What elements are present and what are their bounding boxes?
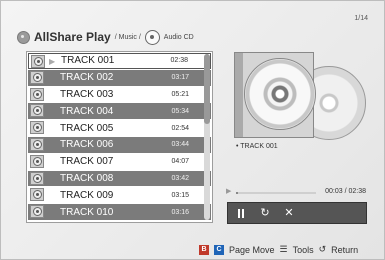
footer-bar: B C Page Move ☰ Tools ↺ Return [199,244,358,255]
b-key-icon: B [199,244,209,255]
return-icon: ↺ [318,244,327,254]
track-title: TRACK 004 [60,105,114,117]
track-list: ▶ TRACK 001 02:38 TRACK 002 03:17 TRACK … [26,51,213,223]
track-duration: 02:38 [170,57,188,65]
pause-icon [238,208,244,218]
tools-icon: ☰ [279,244,288,254]
repeat-icon: ↻ [260,206,270,219]
cd-track-icon [30,205,44,219]
track-row[interactable]: TRACK 005 02:54 [28,120,211,136]
progress-bar[interactable] [236,192,316,194]
track-title: TRACK 008 [60,172,114,184]
track-duration: 03:44 [171,141,189,149]
cd-icon [144,29,160,45]
track-row[interactable]: TRACK 006 03:44 [28,136,211,153]
cd-track-icon [30,188,44,202]
c-key-icon: C [214,244,224,255]
now-playing-title-text: TRACK 001 [240,143,278,150]
track-row[interactable]: TRACK 008 03:42 [28,170,211,187]
return-label: Return [331,244,359,255]
cd-track-icon [30,137,44,151]
track-title: TRACK 006 [60,139,114,151]
track-duration: 05:21 [171,90,189,98]
pause-button[interactable] [234,206,248,220]
cd-track-icon [30,70,44,84]
cd-track-icon [30,87,44,101]
track-duration: 03:15 [171,191,189,199]
play-indicator-icon: ▶ [49,57,56,66]
track-row[interactable]: TRACK 004 05:34 [28,103,211,120]
track-row[interactable]: TRACK 010 03:16 [28,204,211,220]
app-title: AllShare Play [34,30,111,44]
cd-track-icon [30,104,44,118]
cd-disc-front-icon [244,58,316,130]
scroll-thumb[interactable] [204,54,210,124]
track-title: TRACK 007 [60,156,114,168]
shuffle-icon: ✕ [284,206,294,219]
track-row[interactable]: TRACK 007 04:07 [28,153,211,170]
header: AllShare Play / Music / Audio CD [17,27,194,47]
allshare-screen: 1/14 AllShare Play / Music / Audio CD ▶ … [0,0,385,260]
playback-time: 00:03 / 02:38 [325,188,366,195]
progress-row: ▶ 00:03 / 02:38 [226,187,368,199]
track-row[interactable]: TRACK 009 03:15 [28,187,211,204]
breadcrumb-audio-cd: Audio CD [163,33,194,41]
track-row[interactable]: ▶ TRACK 001 02:38 [28,53,211,69]
allshare-icon [17,30,30,44]
track-title: TRACK 003 [60,88,114,100]
shuffle-button[interactable]: ✕ [282,206,296,220]
track-title: TRACK 010 [60,206,114,218]
track-duration: 02:54 [171,124,189,132]
track-title: TRACK 002 [60,72,114,84]
track-title: TRACK 001 [61,55,115,67]
breadcrumb-music: / Music / [114,33,141,41]
cd-track-icon [30,154,44,168]
track-duration: 04:07 [171,158,189,166]
progress-fill [236,192,238,194]
page-move-label: Page Move [229,244,275,255]
tools-label: Tools [292,244,314,255]
cd-track-icon [30,171,44,185]
track-row[interactable]: TRACK 002 03:17 [28,69,211,86]
now-playing-title: • TRACK 001 [236,143,278,150]
scrollbar[interactable] [204,54,210,220]
progress-knob-icon: ▶ [226,188,232,195]
repeat-button[interactable]: ↻ [258,206,272,220]
track-duration: 03:42 [171,174,189,182]
track-duration: 05:34 [171,107,189,115]
playback-controls: ↻ ✕ [227,202,367,224]
track-title: TRACK 009 [60,189,114,201]
page-count: 1/14 [354,15,368,22]
track-duration: 03:17 [171,74,189,82]
track-duration: 03:16 [171,208,189,216]
cd-track-icon [30,121,44,135]
track-title: TRACK 005 [60,122,114,134]
album-art [234,52,366,140]
cd-track-icon [31,55,45,68]
track-row[interactable]: TRACK 003 05:21 [28,86,211,103]
now-playing-marker: • [236,143,239,150]
